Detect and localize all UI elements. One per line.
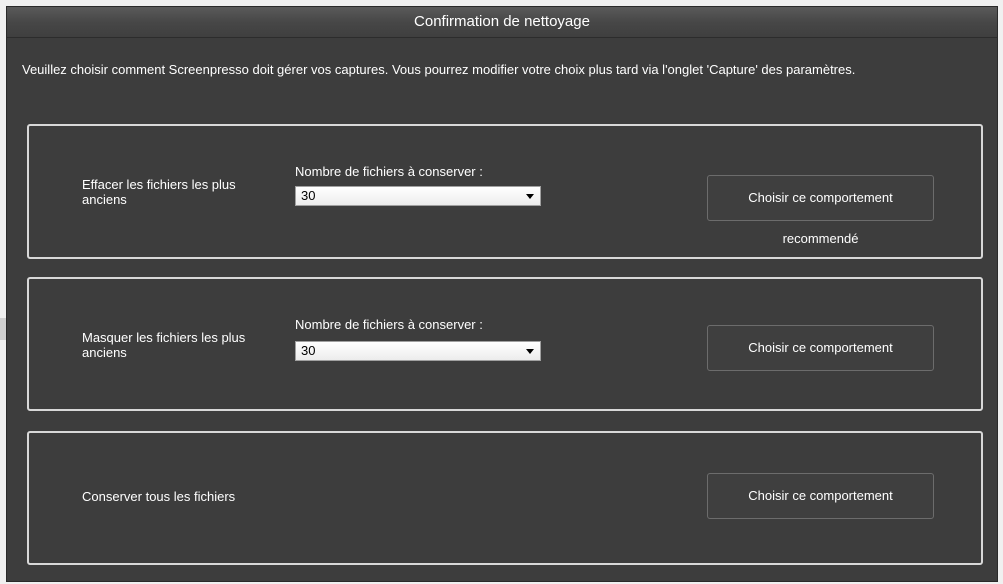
option-panel-delete-oldest: Effacer les fichiers les plus anciens No…: [27, 124, 983, 259]
option-label-delete-oldest: Effacer les fichiers les plus anciens: [82, 177, 236, 207]
choose-behavior-button-hide-oldest[interactable]: Choisir ce comportement: [707, 325, 934, 371]
files-to-keep-select[interactable]: 30: [295, 341, 541, 361]
cleanup-confirmation-dialog: Confirmation de nettoyage Veuillez chois…: [6, 6, 998, 582]
choose-behavior-button-delete-oldest[interactable]: Choisir ce comportement: [707, 175, 934, 221]
files-to-keep-value: 30: [301, 343, 316, 358]
option-panel-keep-all: Conserver tous les fichiers Choisir ce c…: [27, 431, 983, 565]
option-label-keep-all: Conserver tous les fichiers: [82, 489, 236, 504]
dropdown-arrow-icon: [526, 194, 534, 199]
files-to-keep-select[interactable]: 30: [295, 186, 541, 206]
option-panel-hide-oldest: Masquer les fichiers les plus anciens No…: [27, 277, 983, 411]
recommended-note: recommendé: [782, 231, 859, 246]
files-to-keep-label: Nombre de fichiers à conserver :: [295, 317, 483, 332]
dialog-title: Confirmation de nettoyage: [7, 7, 997, 38]
files-to-keep-value: 30: [301, 188, 316, 203]
choose-behavior-button-keep-all[interactable]: Choisir ce comportement: [707, 473, 934, 519]
intro-text: Veuillez choisir comment Screenpresso do…: [22, 62, 856, 77]
option-label-hide-oldest: Masquer les fichiers les plus anciens: [82, 330, 246, 360]
dropdown-arrow-icon: [526, 349, 534, 354]
files-to-keep-label: Nombre de fichiers à conserver :: [295, 164, 483, 179]
